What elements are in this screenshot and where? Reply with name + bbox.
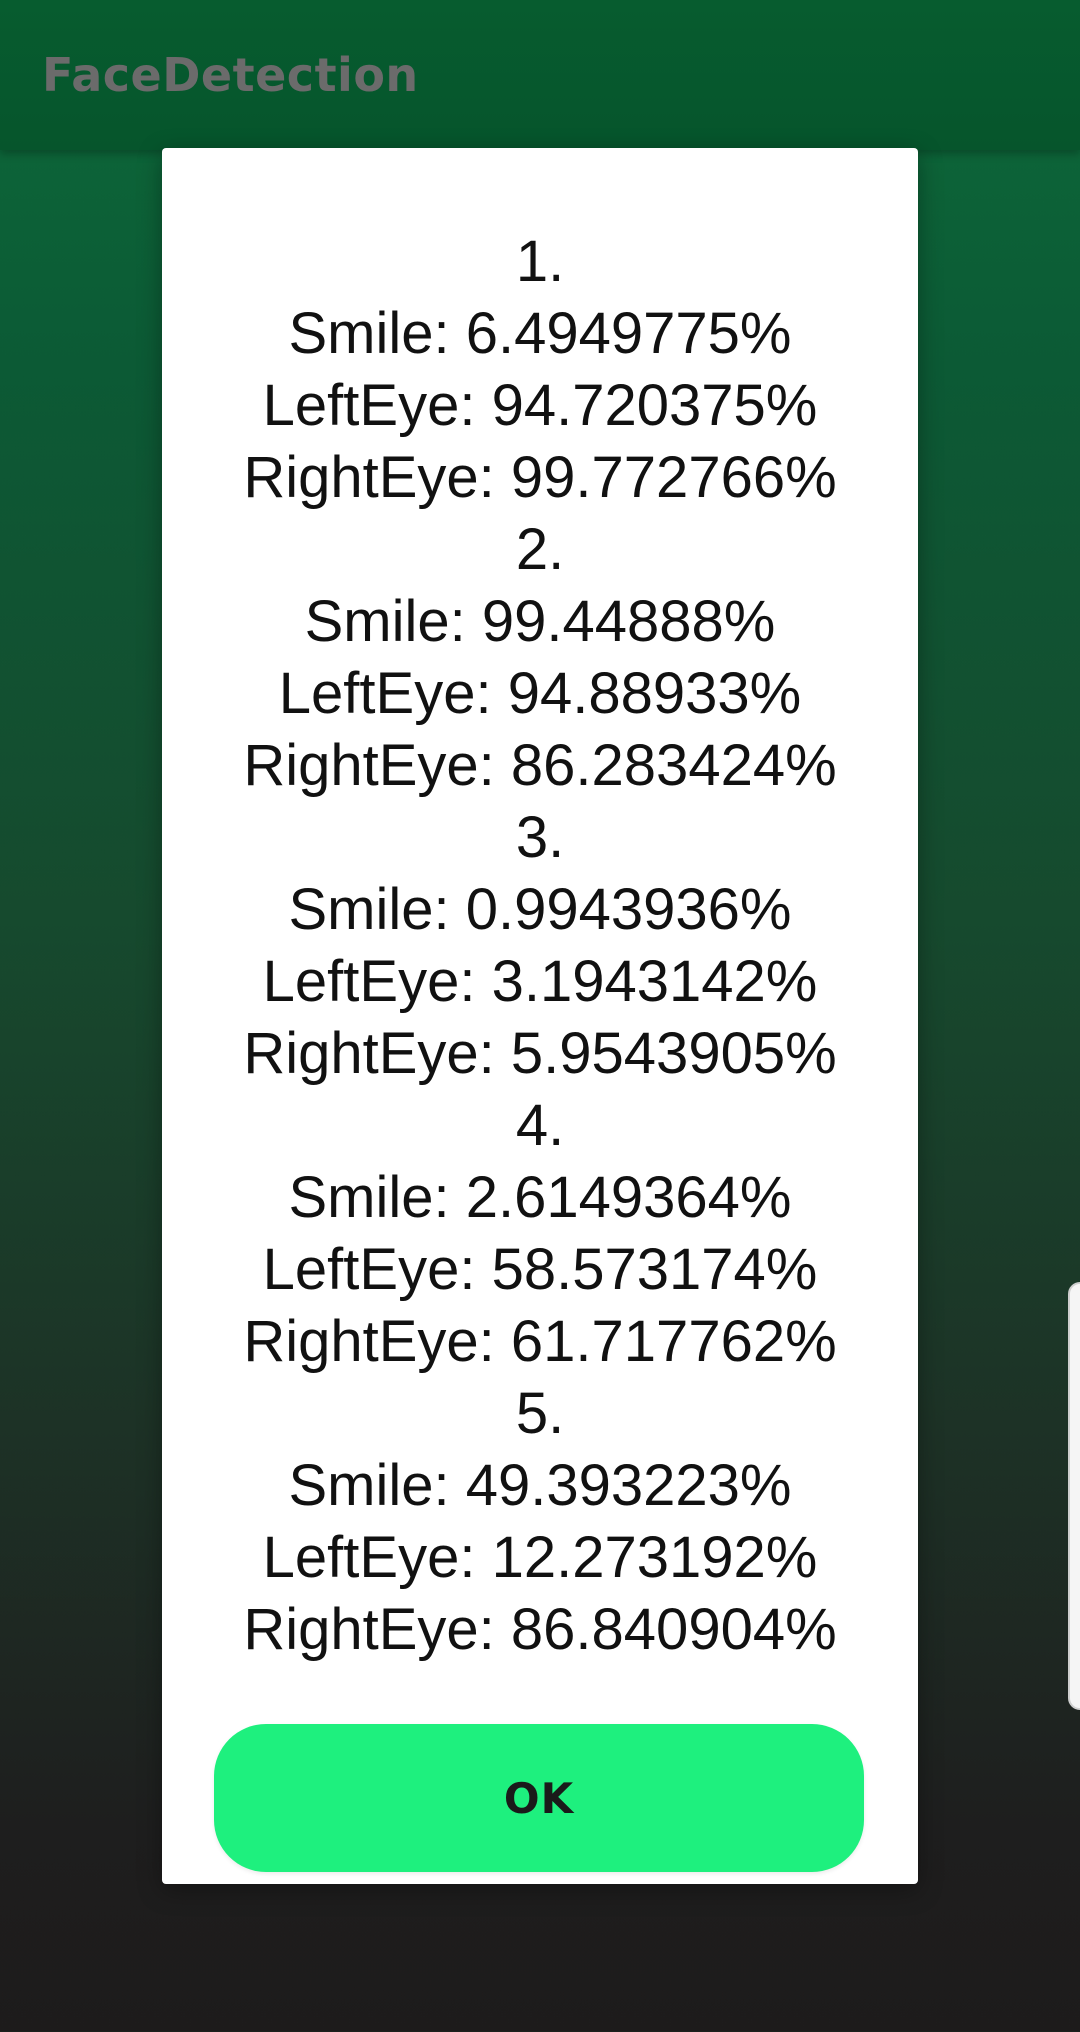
result-right-eye: RightEye: 61.717762%	[243, 1309, 837, 1374]
result-smile: Smile: 99.44888%	[304, 589, 776, 654]
results-dialog: 1. Smile: 6.4949775% LeftEye: 94.720375%…	[162, 148, 918, 1884]
result-right-eye: RightEye: 86.283424%	[243, 733, 837, 798]
result-smile: Smile: 2.6149364%	[288, 1165, 792, 1230]
result-face-4: 4. Smile: 2.6149364% LeftEye: 58.573174%…	[162, 1090, 918, 1378]
result-left-eye: LeftEye: 94.88933%	[278, 661, 802, 726]
result-index: 3.	[515, 805, 565, 870]
result-right-eye: RightEye: 99.772766%	[243, 445, 837, 510]
result-smile: Smile: 6.4949775%	[288, 301, 792, 366]
result-smile: Smile: 0.9943936%	[288, 877, 792, 942]
result-face-2: 2. Smile: 99.44888% LeftEye: 94.88933% R…	[162, 514, 918, 802]
result-face-3: 3. Smile: 0.9943936% LeftEye: 3.1943142%…	[162, 802, 918, 1090]
result-index: 4.	[515, 1093, 565, 1158]
result-face-5: 5. Smile: 49.393223% LeftEye: 12.273192%…	[162, 1378, 918, 1666]
ok-button-label: OK	[503, 1773, 575, 1823]
result-index: 1.	[515, 229, 565, 294]
edge-panel-handle[interactable]	[1068, 1282, 1080, 1710]
result-left-eye: LeftEye: 94.720375%	[262, 373, 818, 438]
app-bar: FaceDetection	[0, 0, 1080, 150]
result-index: 5.	[515, 1381, 565, 1446]
result-left-eye: LeftEye: 58.573174%	[262, 1237, 818, 1302]
results-list: 1. Smile: 6.4949775% LeftEye: 94.720375%…	[162, 226, 918, 1666]
result-right-eye: RightEye: 86.840904%	[243, 1597, 837, 1662]
app-title: FaceDetection	[42, 48, 419, 102]
result-left-eye: LeftEye: 12.273192%	[262, 1525, 818, 1590]
result-smile: Smile: 49.393223%	[288, 1453, 792, 1518]
result-left-eye: LeftEye: 3.1943142%	[262, 949, 818, 1014]
ok-button[interactable]: OK	[214, 1724, 864, 1872]
result-right-eye: RightEye: 5.9543905%	[243, 1021, 837, 1086]
result-index: 2.	[515, 517, 565, 582]
result-face-1: 1. Smile: 6.4949775% LeftEye: 94.720375%…	[162, 226, 918, 514]
